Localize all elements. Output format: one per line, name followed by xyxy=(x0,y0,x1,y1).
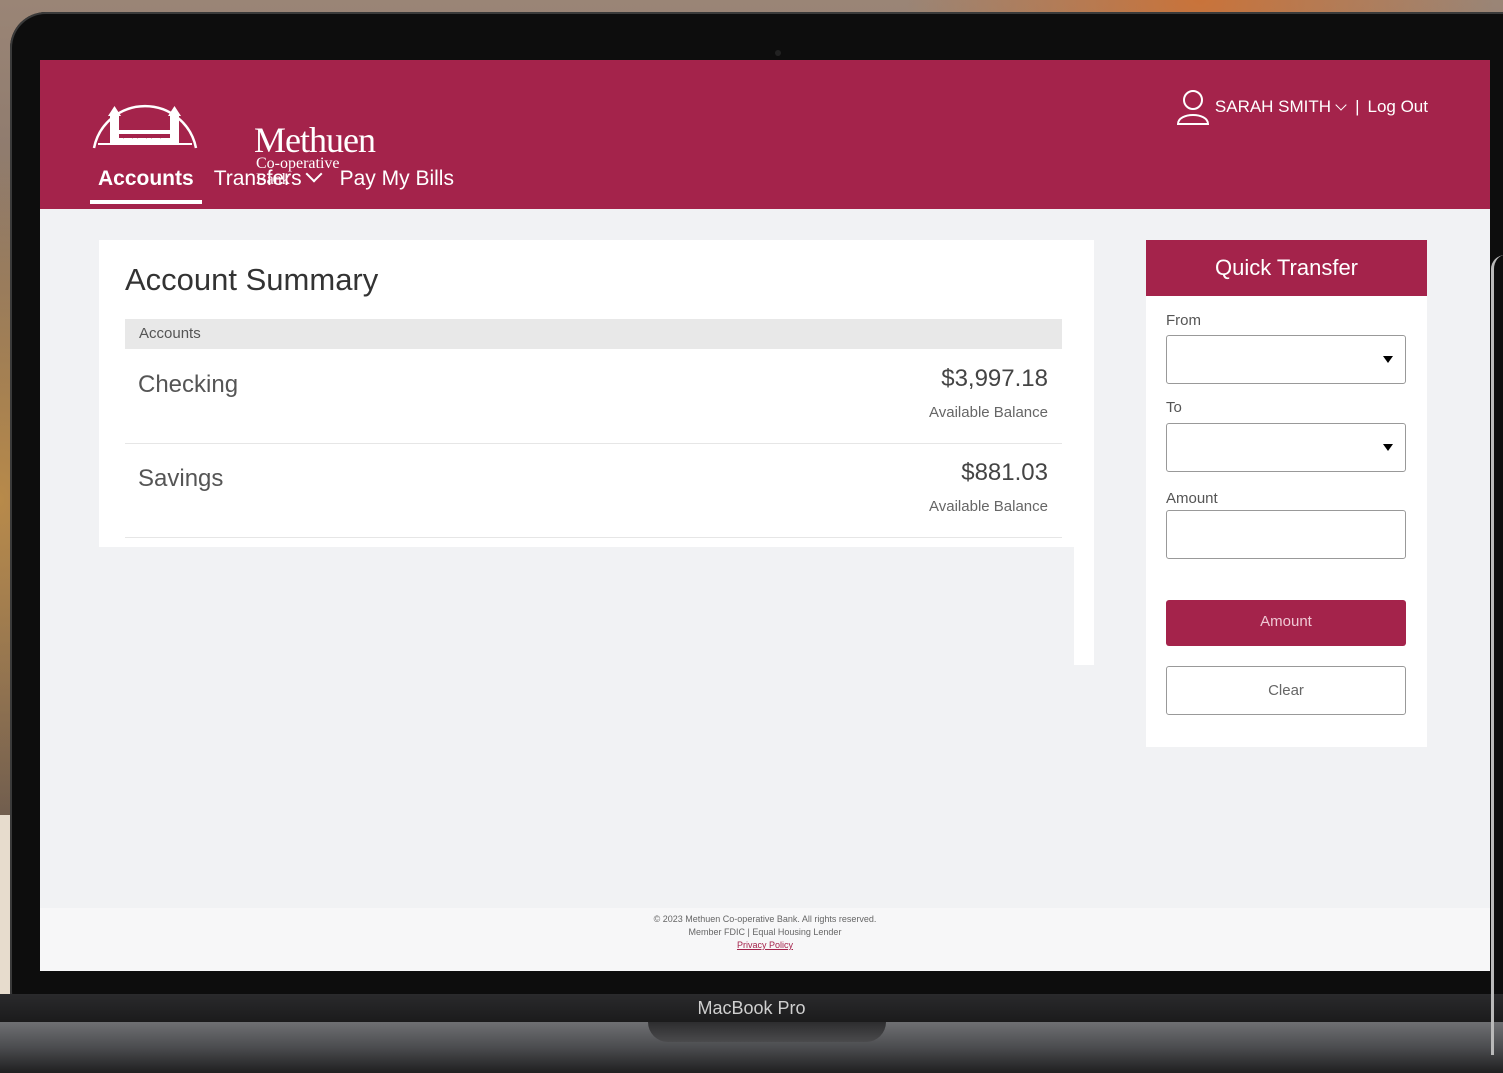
lighthouse-logo-icon xyxy=(92,104,198,149)
bank-logo[interactable]: Methuen Co-operative Bank xyxy=(90,86,376,188)
submit-transfer-button[interactable]: Amount xyxy=(1166,600,1406,646)
nav-accounts[interactable]: Accounts xyxy=(90,162,202,204)
accounts-column-header: Accounts xyxy=(125,319,1062,349)
account-name: Checking xyxy=(138,371,239,398)
chevron-down-icon xyxy=(1335,99,1347,111)
nav-transfers[interactable]: Transfers xyxy=(206,162,328,202)
browser-screen: Methuen Co-operative Bank Accounts Trans… xyxy=(40,60,1490,971)
main-nav: Accounts Transfers Pay My Bills xyxy=(90,162,466,209)
to-label: To xyxy=(1166,399,1182,416)
balance-label: Available Balance xyxy=(929,404,1048,421)
device-label: MacBook Pro xyxy=(697,998,806,1018)
chevron-down-icon xyxy=(305,165,323,183)
to-select[interactable] xyxy=(1166,423,1406,472)
amount-label: Amount xyxy=(1166,490,1218,507)
copyright-text: © 2023 Methuen Co-operative Bank. All ri… xyxy=(653,914,877,924)
account-summary-panel: Account Summary Accounts Checking $3,997… xyxy=(99,240,1094,547)
nav-pay-my-bills-label: Pay My Bills xyxy=(339,167,454,190)
account-name: Savings xyxy=(138,465,224,492)
site-footer: © 2023 Methuen Co-operative Bank. All ri… xyxy=(40,908,1490,971)
caret-down-icon xyxy=(1383,444,1393,451)
user-area: SARAH SMITH | Log Out xyxy=(1175,88,1428,126)
site-header: Methuen Co-operative Bank Accounts Trans… xyxy=(40,60,1490,209)
user-icon xyxy=(1176,90,1209,125)
nav-pay-my-bills[interactable]: Pay My Bills xyxy=(332,162,462,202)
account-balance: $3,997.18 xyxy=(941,365,1048,392)
nav-transfers-label: Transfers xyxy=(213,167,302,190)
laptop-chin: MacBook Pro xyxy=(0,994,1503,1022)
header-separator: | xyxy=(1355,97,1360,116)
member-text: Member FDIC | Equal Housing Lender xyxy=(688,927,842,937)
logo-name: Methuen xyxy=(254,120,376,160)
account-row-checking[interactable]: Checking $3,997.18 Available Balance xyxy=(125,349,1062,444)
second-device-edge xyxy=(1491,255,1503,1055)
camera-icon xyxy=(775,50,781,56)
clear-button[interactable]: Clear xyxy=(1166,666,1406,715)
from-select[interactable] xyxy=(1166,335,1406,384)
summary-panel-extension xyxy=(1074,547,1094,665)
balance-label: Available Balance xyxy=(929,498,1048,515)
quick-transfer-panel: Quick Transfer From To Amount Amount Cle… xyxy=(1146,240,1427,747)
laptop-notch xyxy=(648,1022,886,1042)
quick-transfer-title: Quick Transfer xyxy=(1146,240,1427,296)
page-title: Account Summary xyxy=(125,262,379,297)
account-row-savings[interactable]: Savings $881.03 Available Balance xyxy=(125,443,1062,538)
nav-accounts-label: Accounts xyxy=(98,167,194,190)
from-label: From xyxy=(1166,312,1201,329)
caret-down-icon xyxy=(1383,356,1393,363)
user-menu[interactable]: SARAH SMITH xyxy=(1215,97,1351,117)
logout-link[interactable]: Log Out xyxy=(1368,97,1429,117)
privacy-policy-link[interactable]: Privacy Policy xyxy=(737,940,793,950)
account-balance: $881.03 xyxy=(961,459,1048,486)
amount-input[interactable] xyxy=(1166,510,1406,559)
user-name: SARAH SMITH xyxy=(1214,97,1332,116)
